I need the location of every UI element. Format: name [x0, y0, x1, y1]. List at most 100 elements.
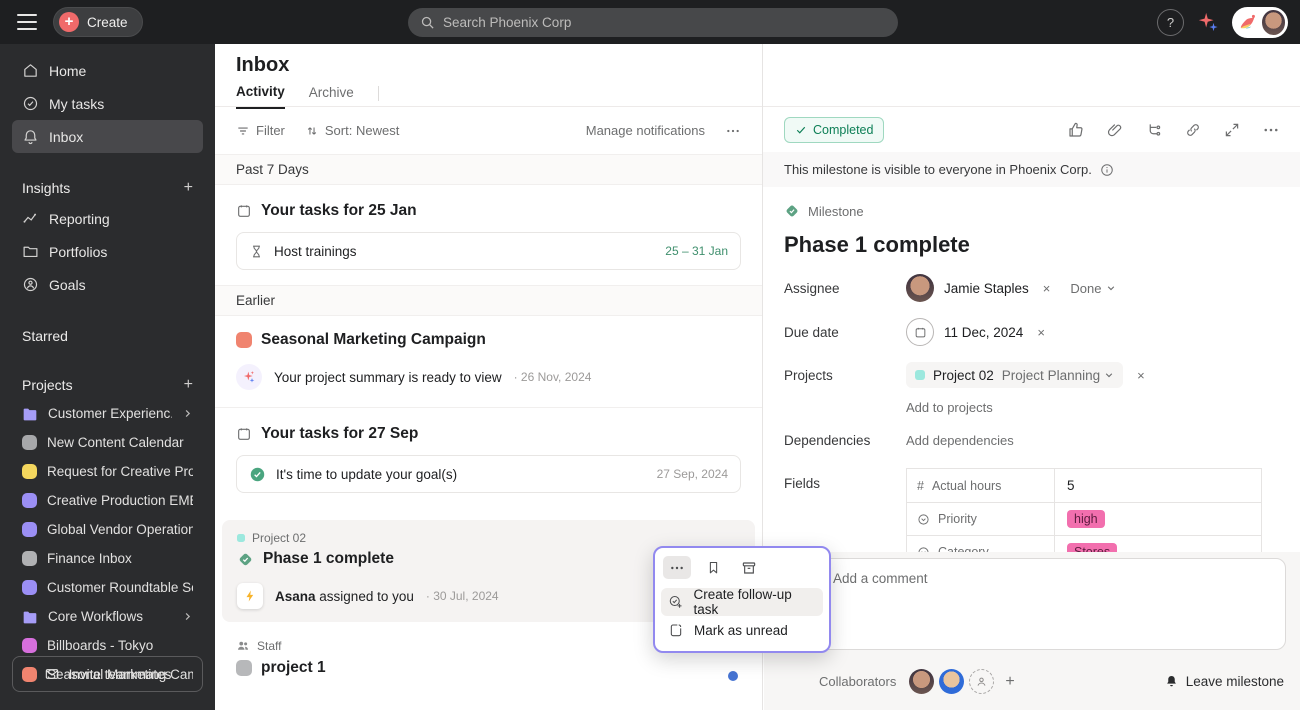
goals-icon — [22, 276, 39, 293]
add-project-button[interactable]: + — [184, 376, 193, 394]
due-date-calendar-icon[interactable] — [906, 318, 934, 346]
add-to-projects-link[interactable]: Add to projects — [906, 400, 993, 415]
bookmark-button[interactable] — [699, 556, 727, 579]
topbar: + Create Search Phoenix Corp ? — [0, 0, 1300, 44]
project-color-icon — [237, 534, 245, 542]
sort-icon — [305, 124, 319, 138]
tab-archive[interactable]: Archive — [309, 85, 354, 108]
notification-tasks-25jan[interactable]: Your tasks for 25 Jan Host trainings 25 … — [215, 185, 762, 285]
sidebar-item-inbox[interactable]: Inbox — [12, 120, 203, 153]
field-value[interactable]: 5 — [1067, 478, 1075, 493]
filter-button[interactable]: Filter — [236, 123, 285, 138]
field-row-priority[interactable]: Priority high — [907, 502, 1261, 535]
link-icon[interactable] — [1184, 121, 1202, 139]
hamburger-menu-icon[interactable] — [17, 14, 37, 30]
add-collaborator-button[interactable]: + — [1005, 673, 1014, 691]
sidebar-project[interactable]: Creative Production EMEA — [12, 486, 203, 515]
select-field-icon — [917, 513, 930, 526]
sidebar-project[interactable]: New Content Calendar — [12, 428, 203, 457]
home-icon — [22, 62, 39, 79]
collaborators-label: Collaborators — [819, 674, 896, 689]
bell-icon — [22, 128, 39, 145]
info-icon[interactable] — [1100, 163, 1114, 177]
milestone-icon — [784, 203, 800, 219]
like-icon[interactable] — [1067, 121, 1085, 139]
leave-milestone-button[interactable]: Leave milestone — [1164, 674, 1284, 689]
project-color-icon — [22, 580, 37, 595]
remove-due-date-icon[interactable]: × — [1037, 325, 1045, 340]
feed-more-button[interactable] — [725, 123, 741, 139]
notification-text: Your project summary is ready to view — [274, 370, 502, 385]
search-icon — [420, 15, 435, 30]
collaborator-avatar[interactable] — [939, 669, 964, 694]
chevron-down-icon — [1104, 370, 1114, 380]
completed-check-icon — [249, 466, 266, 483]
tab-activity[interactable]: Activity — [236, 84, 285, 109]
task-row-host-trainings[interactable]: Host trainings 25 – 31 Jan — [236, 232, 741, 270]
assignee-avatar[interactable] — [906, 274, 934, 302]
archive-icon — [741, 560, 757, 576]
sidebar-item-goals[interactable]: Goals — [12, 268, 203, 301]
status-dropdown[interactable]: Done — [1070, 281, 1116, 296]
due-date-value[interactable]: 11 Dec, 2024 — [944, 325, 1023, 340]
task-date: 27 Sep, 2024 — [657, 467, 728, 481]
manage-notifications-button[interactable]: Manage notifications — [586, 123, 705, 138]
popup-more-button[interactable] — [663, 556, 691, 579]
notification-text: Asana assigned to you — [275, 589, 414, 604]
sidebar-section-starred[interactable]: Starred — [12, 322, 203, 350]
sidebar-project[interactable]: Request for Creative Pro... — [12, 457, 203, 486]
sidebar-project[interactable]: Customer Experienc... — [12, 399, 203, 428]
expand-icon[interactable] — [1223, 121, 1241, 139]
notification-campaign[interactable]: Seasonal Marketing Campaign Your project… — [215, 316, 762, 408]
remove-project-icon[interactable]: × — [1137, 368, 1145, 383]
task-due-date: 25 – 31 Jan — [665, 244, 728, 258]
comment-input[interactable]: Add a comment — [818, 558, 1286, 650]
collaborator-avatar[interactable] — [909, 669, 934, 694]
sidebar-item-my-tasks[interactable]: My tasks — [12, 87, 203, 120]
sidebar-project[interactable]: Finance Inbox — [12, 544, 203, 573]
archive-button[interactable] — [735, 556, 763, 579]
milestone-title: Phase 1 complete — [263, 550, 394, 568]
sidebar-project[interactable]: Customer Roundtable Se... — [12, 573, 203, 602]
subtask-icon[interactable] — [1145, 121, 1163, 139]
add-dependencies-link[interactable]: Add dependencies — [906, 433, 1014, 448]
sort-button[interactable]: Sort: Newest — [305, 123, 399, 138]
menu-item-create-follow-up-task[interactable]: Create follow-up task — [661, 588, 823, 616]
field-row-actual-hours[interactable]: # Actual hours 5 — [907, 469, 1261, 502]
account-menu[interactable] — [1232, 7, 1288, 38]
create-button[interactable]: + Create — [53, 7, 143, 37]
invite-teammates-button[interactable]: Invite teammates — [12, 656, 203, 692]
completed-button[interactable]: Completed — [784, 117, 884, 143]
task-row-update-goals[interactable]: It's time to update your goal(s) 27 Sep,… — [236, 455, 741, 493]
assignee-name[interactable]: Jamie Staples — [944, 281, 1029, 296]
sidebar-item-reporting[interactable]: Reporting — [12, 202, 203, 235]
notification-tasks-27sep[interactable]: Your tasks for 27 Sep It's time to updat… — [215, 408, 762, 508]
add-collaborator-placeholder[interactable] — [969, 669, 994, 694]
automation-bolt-icon — [237, 583, 263, 609]
search-input[interactable]: Search Phoenix Corp — [408, 8, 898, 37]
ai-sparkle-icon[interactable] — [1197, 11, 1219, 33]
task-title[interactable]: Phase 1 complete — [784, 232, 1279, 258]
sidebar-project[interactable]: Global Vendor Operations — [12, 515, 203, 544]
project-section-dropdown[interactable]: Project Planning — [1002, 368, 1114, 383]
project-color-icon — [22, 493, 37, 508]
project-color-icon — [22, 522, 37, 537]
sidebar-item-home[interactable]: Home — [12, 54, 203, 87]
fields-label: Fields — [784, 468, 906, 491]
page-title: Inbox — [236, 54, 762, 77]
person-icon — [975, 675, 988, 688]
project-pill[interactable]: Project 02 Project Planning — [906, 362, 1123, 388]
attachment-icon[interactable] — [1106, 121, 1124, 139]
menu-item-mark-as-unread[interactable]: Mark as unread — [661, 616, 823, 644]
priority-badge[interactable]: high — [1067, 510, 1105, 528]
remove-assignee-icon[interactable]: × — [1043, 281, 1051, 296]
notification-date: · 30 Jul, 2024 — [426, 589, 499, 603]
help-button[interactable]: ? — [1157, 9, 1184, 36]
more-options-icon[interactable] — [1262, 121, 1280, 139]
follow-up-task-icon — [668, 594, 683, 610]
sidebar-project[interactable]: Core Workflows — [12, 602, 203, 631]
sidebar-item-portfolios[interactable]: Portfolios — [12, 235, 203, 268]
add-insight-button[interactable]: + — [184, 179, 193, 197]
phoenix-logo-icon — [1237, 10, 1260, 34]
ellipsis-icon — [669, 560, 685, 576]
